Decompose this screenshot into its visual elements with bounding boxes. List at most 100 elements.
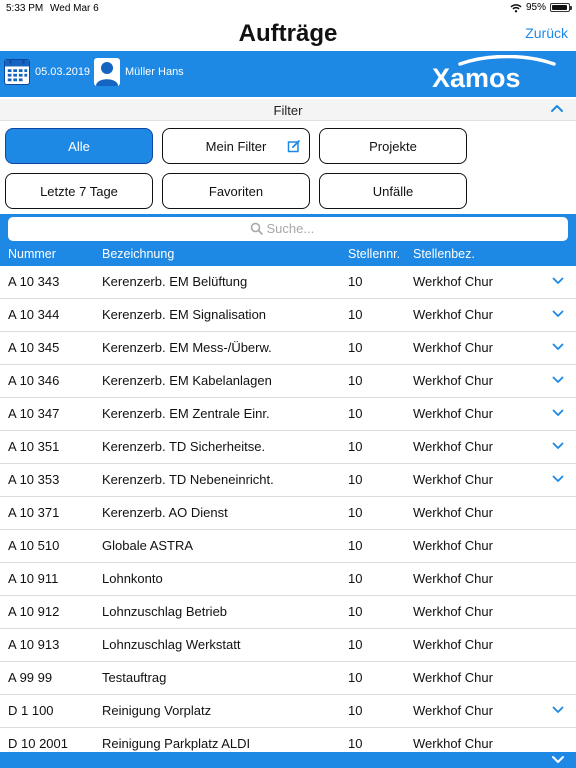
user-icon[interactable]	[94, 58, 120, 86]
cell-stellennr: 10	[348, 340, 363, 355]
cell-nummer: A 10 912	[8, 604, 60, 619]
cell-stellennr: 10	[348, 472, 363, 487]
chevron-down-icon[interactable]	[552, 706, 564, 714]
filter-button-label: Alle	[68, 138, 90, 154]
table-row[interactable]: A 10 912 Lohnzuschlag Betrieb 10 Werkhof…	[0, 596, 576, 629]
filter-button-label: Projekte	[369, 138, 417, 154]
cell-nummer: A 10 344	[8, 307, 60, 322]
cell-stellennr: 10	[348, 439, 363, 454]
column-header-stellenbez[interactable]: Stellenbez.	[413, 247, 475, 261]
table-row[interactable]: A 10 510 Globale ASTRA 10 Werkhof Chur	[0, 530, 576, 563]
cell-stellennr: 10	[348, 571, 363, 586]
cell-bezeichnung: Kerenzerb. TD Sicherheitse.	[102, 439, 266, 454]
cell-stellenbez: Werkhof Chur	[413, 274, 493, 289]
filter-button-alle[interactable]: Alle	[5, 128, 153, 164]
edit-icon[interactable]	[287, 139, 301, 153]
table-row[interactable]: A 10 911 Lohnkonto 10 Werkhof Chur	[0, 563, 576, 596]
chevron-down-icon[interactable]	[552, 409, 564, 417]
nav-bar: Aufträge Zurück	[0, 18, 576, 50]
cell-stellenbez: Werkhof Chur	[413, 538, 493, 553]
filter-button-favoriten[interactable]: Favoriten	[162, 173, 310, 209]
calendar-icon[interactable]	[4, 59, 30, 85]
brand-header: 05.03.2019 Müller Hans Xamos	[0, 51, 576, 97]
status-time: 5:33 PM	[6, 3, 44, 14]
cell-nummer: D 10 2001	[8, 736, 68, 751]
chevron-down-icon[interactable]	[552, 442, 564, 450]
search-input[interactable]	[266, 221, 327, 236]
cell-nummer: A 99 99	[8, 670, 53, 685]
cell-bezeichnung: Kerenzerb. EM Mess-/Überw.	[102, 340, 272, 355]
cell-nummer: A 10 911	[8, 571, 59, 586]
filter-button-unfaelle[interactable]: Unfälle	[319, 173, 467, 209]
cell-nummer: A 10 351	[8, 439, 60, 454]
cell-stellenbez: Werkhof Chur	[413, 406, 493, 421]
cell-nummer: A 10 346	[8, 373, 60, 388]
cell-bezeichnung: Globale ASTRA	[102, 538, 194, 553]
column-header-stellennr[interactable]: Stellennr.	[348, 247, 400, 261]
cell-bezeichnung: Testauftrag	[102, 670, 167, 685]
cell-bezeichnung: Kerenzerb. TD Nebeneinricht.	[102, 472, 274, 487]
table-row[interactable]: A 10 344 Kerenzerb. EM Signalisation 10 …	[0, 299, 576, 332]
search-box[interactable]	[8, 217, 568, 241]
table-row[interactable]: D 1 100 Reinigung Vorplatz 10 Werkhof Ch…	[0, 695, 576, 728]
filter-button-projekte[interactable]: Projekte	[319, 128, 467, 164]
svg-text:Xamos: Xamos	[432, 63, 521, 93]
chevron-down-icon[interactable]	[552, 475, 564, 483]
cell-stellenbez: Werkhof Chur	[413, 736, 493, 751]
cell-bezeichnung: Kerenzerb. EM Belüftung	[102, 274, 248, 289]
xamos-logo: Xamos	[432, 55, 556, 93]
chevron-down-icon[interactable]	[552, 310, 564, 318]
cell-stellennr: 10	[348, 505, 363, 520]
cell-bezeichnung: Lohnzuschlag Werkstatt	[102, 637, 241, 652]
cell-nummer: A 10 347	[8, 406, 60, 421]
status-date: Wed Mar 6	[50, 3, 99, 14]
chevron-down-icon[interactable]	[552, 277, 564, 285]
chevron-down-icon[interactable]	[552, 343, 564, 351]
cell-stellenbez: Werkhof Chur	[413, 340, 493, 355]
cell-stellennr: 10	[348, 670, 363, 685]
cell-bezeichnung: Lohnzuschlag Betrieb	[102, 604, 228, 619]
table-row[interactable]: A 10 371 Kerenzerb. AO Dienst 10 Werkhof…	[0, 497, 576, 530]
cell-stellennr: 10	[348, 604, 363, 619]
filter-bar[interactable]: Filter	[0, 99, 576, 121]
cell-stellennr: 10	[348, 703, 363, 718]
table-row[interactable]: A 10 353 Kerenzerb. TD Nebeneinricht. 10…	[0, 464, 576, 497]
chevron-down-icon[interactable]	[551, 755, 565, 764]
cell-stellennr: 10	[348, 307, 363, 322]
search-icon	[250, 222, 263, 235]
table-row[interactable]: A 10 345 Kerenzerb. EM Mess-/Überw. 10 W…	[0, 332, 576, 365]
column-header-bezeichnung[interactable]: Bezeichnung	[102, 247, 174, 261]
header-user[interactable]: Müller Hans	[125, 66, 184, 78]
column-header-nummer[interactable]: Nummer	[8, 247, 56, 261]
table-row[interactable]: A 10 347 Kerenzerb. EM Zentrale Einr. 10…	[0, 398, 576, 431]
table-row[interactable]: A 99 99 Testauftrag 10 Werkhof Chur	[0, 662, 576, 695]
back-button[interactable]: Zurück	[525, 25, 568, 41]
cell-nummer: A 10 371	[8, 505, 60, 520]
cell-stellenbez: Werkhof Chur	[413, 505, 493, 520]
status-right: 95%	[510, 2, 572, 13]
page-title: Aufträge	[238, 20, 338, 47]
table-row[interactable]: A 10 351 Kerenzerb. TD Sicherheitse. 10 …	[0, 431, 576, 464]
filter-button-label: Unfälle	[372, 183, 414, 199]
table-body: A 10 343 Kerenzerb. EM Belüftung 10 Werk…	[0, 266, 576, 761]
cell-stellenbez: Werkhof Chur	[413, 307, 493, 322]
cell-nummer: A 10 913	[8, 637, 60, 652]
filter-button-mein-filter[interactable]: Mein Filter	[162, 128, 310, 164]
table-header: Nummer Bezeichnung Stellennr. Stellenbez…	[0, 244, 576, 266]
cell-bezeichnung: Reinigung Parkplatz ALDI	[102, 736, 251, 751]
cell-bezeichnung: Kerenzerb. EM Signalisation	[102, 307, 267, 322]
cell-bezeichnung: Reinigung Vorplatz	[102, 703, 212, 718]
cell-bezeichnung: Kerenzerb. EM Kabelanlagen	[102, 373, 272, 388]
table-row[interactable]: A 10 343 Kerenzerb. EM Belüftung 10 Werk…	[0, 266, 576, 299]
header-date[interactable]: 05.03.2019	[35, 66, 90, 78]
chevron-up-icon[interactable]	[550, 102, 564, 116]
battery-fill	[552, 5, 567, 10]
cell-bezeichnung: Kerenzerb. EM Zentrale Einr.	[102, 406, 270, 421]
cell-stellennr: 10	[348, 274, 363, 289]
table-row[interactable]: A 10 346 Kerenzerb. EM Kabelanlagen 10 W…	[0, 365, 576, 398]
chevron-down-icon[interactable]	[552, 376, 564, 384]
table-row[interactable]: A 10 913 Lohnzuschlag Werkstatt 10 Werkh…	[0, 629, 576, 662]
cell-stellennr: 10	[348, 406, 363, 421]
cell-stellenbez: Werkhof Chur	[413, 472, 493, 487]
filter-button-letzte-7-tage[interactable]: Letzte 7 Tage	[5, 173, 153, 209]
